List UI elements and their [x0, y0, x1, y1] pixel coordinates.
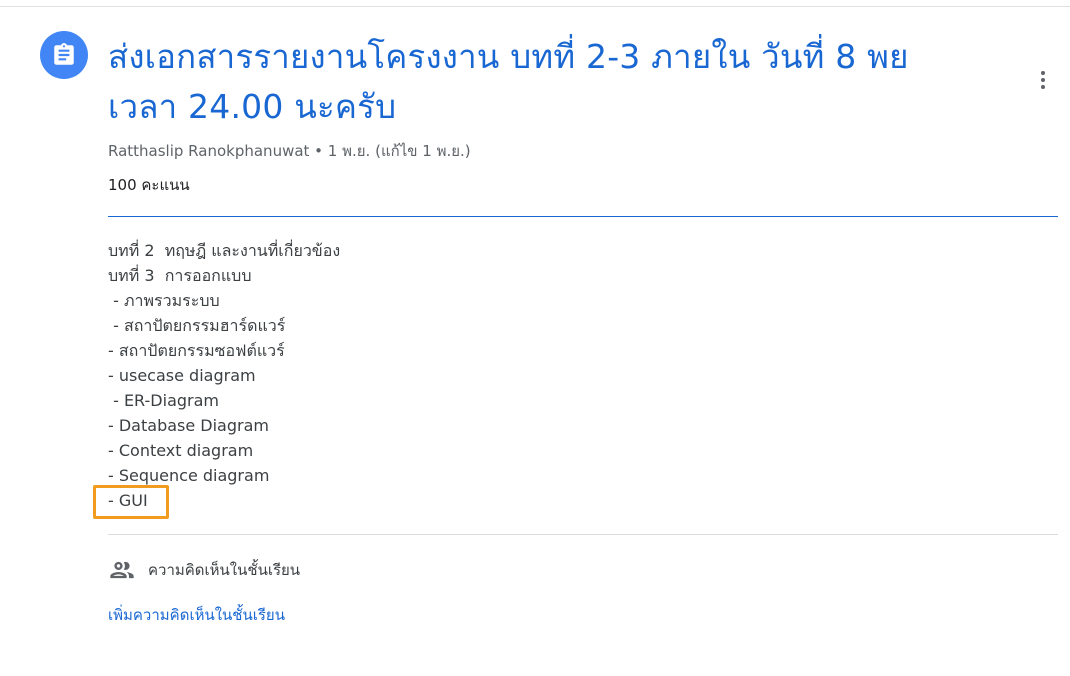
assignment-icon — [40, 31, 88, 79]
description-line: - Database Diagram — [108, 416, 269, 435]
page-title: ส่งเอกสารรายงานโครงงาน บทที่ 2-3 ภายใน ว… — [108, 37, 909, 126]
description-line: บทที่ 2 ทฤษฎี และงานที่เกี่ยวข้อง — [108, 241, 341, 260]
more-vert-icon-dot — [1041, 78, 1045, 82]
class-comments-label: ความคิดเห็นในชั้นเรียน — [148, 561, 301, 579]
description-line: - usecase diagram — [108, 366, 256, 385]
description-line: - Context diagram — [108, 441, 254, 460]
description-line: บทที่ 3 การออกแบบ — [108, 266, 252, 285]
description-line: - ER-Diagram — [108, 391, 219, 410]
description-line: - สถาปัตยกรรมฮาร์ดแวร์ — [108, 316, 286, 335]
add-class-comment-link[interactable]: เพิ่มความคิดเห็นในชั้นเรียน — [108, 603, 285, 627]
top-divider — [0, 6, 1070, 7]
class-comments-header: ความคิดเห็นในชั้นเรียน — [108, 556, 300, 584]
more-vert-icon-dot — [1041, 85, 1045, 89]
more-options-button[interactable] — [1028, 62, 1058, 98]
comments-divider — [108, 534, 1058, 535]
author-date-meta: Ratthaslip Ranokphanuwat • 1 พ.ย. (แก้ไข… — [108, 142, 471, 160]
assignment-description: บทที่ 2 ทฤษฎี และงานที่เกี่ยวข้อง บทที่ … — [108, 238, 340, 513]
points-label: 100 คะแนน — [108, 176, 190, 194]
description-line: - ภาพรวมระบบ — [108, 291, 220, 310]
more-vert-icon-dot — [1041, 71, 1045, 75]
header-divider — [108, 216, 1058, 217]
description-line: - สถาปัตยกรรมซอฟต์แวร์ — [108, 341, 285, 360]
highlight-box — [93, 485, 169, 519]
people-icon — [110, 561, 134, 579]
clipboard-icon — [54, 43, 74, 65]
